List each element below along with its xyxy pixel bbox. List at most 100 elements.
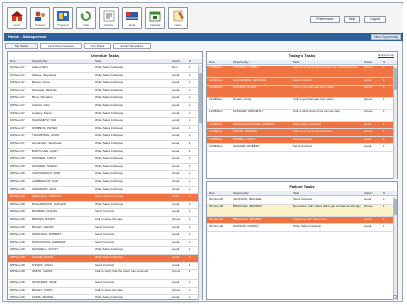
table-row[interactable]: 9/5/Nov-08 BROWN, RANDY Call to close the … bbox=[8, 217, 198, 225]
cell-task: Call to close the sale bbox=[95, 217, 123, 221]
table-row[interactable]: 9/1/Nov-07 Adams Mini Write Sales Followup… bbox=[8, 65, 198, 73]
table-row[interactable]: 9/5/Nov-08 LAMBRECHT, ANN Write Sales Foll… bbox=[8, 179, 198, 187]
failure-scrollbar[interactable] bbox=[393, 197, 397, 300]
cell-task: Write Sales Followup bbox=[95, 110, 124, 115]
table-row[interactable]: 9/5/Nov-08 MAXWELL, SCOTT Write Sales Foll… bbox=[8, 247, 198, 255]
cell-s: 1 bbox=[383, 121, 385, 126]
cell-task: Send Contract bbox=[95, 280, 115, 285]
overdue-table-header: Due Opportunity Task Action S bbox=[8, 59, 202, 64]
cell-task: Reminder: Call. Client didn't get contra… bbox=[293, 204, 361, 208]
logout-button[interactable]: Logout bbox=[364, 16, 386, 23]
cell-due: 9/5/Nov-08 bbox=[10, 186, 25, 191]
table-row[interactable]: 30-Nov-08 BRAUGLE, JEFFERY Follow up with … bbox=[207, 216, 393, 224]
table-row[interactable]: 9/3/Nov-07 SCHWARTZ, TAD Write Sales Follo… bbox=[8, 118, 198, 126]
prospects-tool-button[interactable]: Prospects bbox=[53, 7, 73, 29]
help-button[interactable]: Help bbox=[344, 16, 360, 23]
cell-opp: SMITH, CHRIS bbox=[32, 270, 53, 274]
cell-opp: MEDLAND, TREVOR bbox=[32, 194, 61, 199]
table-row[interactable]: 9/5/Nov-08 ANDREWS, JACK Write Sales Follo… bbox=[8, 187, 198, 195]
scroll-thumb[interactable] bbox=[394, 199, 397, 215]
table-row[interactable]: 11/28/Dec POWELL, MATT Send Contract email 1 bbox=[207, 136, 393, 144]
email-tool-button[interactable]: Email bbox=[122, 7, 142, 29]
table-row[interactable]: 9/5/Nov-08 BOWDEN, RALPH Send Contract emai… bbox=[8, 209, 198, 217]
new-opportunity-button[interactable]: New Opportunity bbox=[371, 34, 401, 40]
cell-due: 9/5/Nov-08 bbox=[10, 217, 25, 221]
tab-email-templates[interactable]: Email Templates bbox=[113, 43, 151, 49]
cell-s: 1 bbox=[383, 144, 385, 148]
table-row[interactable]: 9/5/Nov-08 WARNER, KATHY Write Sales Follo… bbox=[8, 156, 198, 164]
cell-due: 11/28/Dec bbox=[209, 129, 223, 133]
resize-handle[interactable] bbox=[393, 295, 397, 299]
tab-my-tasks[interactable]: My Tasks bbox=[5, 43, 38, 49]
table-row[interactable]: 30-Nov-08 JACKSON, MICHAEL Send Contract em… bbox=[207, 197, 393, 205]
table-row[interactable]: 9/2/Nov-07 Nasswak, Michelle Write Sales F… bbox=[8, 88, 198, 96]
scroll-thumb[interactable] bbox=[199, 73, 202, 123]
todays-scrollbar[interactable] bbox=[393, 66, 397, 179]
table-row[interactable]: 9/5/Nov-08 RICHARDSON, NATHAN Write Sales … bbox=[8, 202, 198, 210]
table-row[interactable]: 9/3/Nov-07 Lindsey, Karen Write Sales Foll… bbox=[8, 111, 198, 119]
table-row[interactable]: 9/5/Nov-08 SAMS, JENNIE Write Sales Follow… bbox=[8, 295, 198, 303]
table-row[interactable]: 9/5/Nov-08 WAGNER, SARAH Write Sales Follo… bbox=[8, 164, 198, 172]
cell-opp: RICHARDSON, NATHAN bbox=[32, 201, 66, 206]
table-row[interactable]: 9/5/Nov-08 MEDLAND, TREVOR Write Sales Fol… bbox=[8, 194, 198, 202]
calls-tool-button[interactable]: Calls bbox=[76, 7, 96, 29]
cell-action: email bbox=[172, 232, 180, 237]
table-row[interactable]: 9/5/Nov-08 MONTERO, JANE Send Contract emai… bbox=[8, 280, 198, 288]
cell-s: 1 bbox=[189, 118, 191, 123]
notes-tool-button[interactable]: Notes bbox=[168, 7, 188, 29]
preferences-button[interactable]: Preferences bbox=[310, 16, 340, 23]
table-row[interactable]: 11/28/Dec ALEXANDER, GEORGE Send Contract e… bbox=[207, 78, 393, 86]
table-row[interactable]: 9/3/Nov-07 Blunt, Sheridan Write Sales Fol… bbox=[8, 95, 198, 103]
tab-top-tasks[interactable]: Top Tasks bbox=[84, 43, 111, 49]
reports-tool-button[interactable]: Reports bbox=[99, 7, 119, 29]
calendar-tool-button[interactable]: Calendar bbox=[145, 7, 165, 29]
cell-s: 1 bbox=[189, 295, 191, 300]
table-row[interactable]: 11/28/Dec SCHWARZWALDER, ROBERT Write Sale… bbox=[207, 121, 393, 129]
table-row[interactable]: 9/5/Nov-08 HANNE, DOUG Write Sales Followu… bbox=[8, 255, 198, 263]
cell-action: email bbox=[172, 239, 180, 244]
cell-s: 1 bbox=[189, 80, 191, 85]
table-row[interactable]: 9/5/Nov-08 MASONVALE, ANDREW Send Contract… bbox=[8, 240, 198, 248]
cell-due: 11/28/Dec bbox=[209, 136, 223, 141]
table-row[interactable]: 9/5/Nov-07 BURTLANE, GARY Write Sales Foll… bbox=[8, 149, 198, 157]
scroll-thumb[interactable] bbox=[394, 68, 397, 90]
table-row[interactable]: 11/28/Dec FASSLER, KENNETH Call to write d… bbox=[207, 110, 393, 122]
table-row[interactable]: 11/28/Dec HUNTER, CHRIS Call to get final … bbox=[207, 85, 393, 98]
cell-task: Write Sales Followup bbox=[95, 201, 124, 206]
table-row[interactable]: 30-Nov-08 BRAUGLE, JEFFREY Reminder: Call.… bbox=[207, 204, 393, 217]
table-row[interactable]: 9/5/Nov-08 CARTWRIGHT, ROB Write Sales Fol… bbox=[8, 171, 198, 179]
home-tool-button[interactable]: Home bbox=[7, 7, 27, 29]
cell-due: 9/5/Nov-08 bbox=[10, 280, 25, 285]
table-row[interactable]: 11/28/Dec Rogers, Anne Call to get final s… bbox=[207, 98, 393, 110]
refresh-list-link[interactable]: Refresh List bbox=[378, 53, 394, 57]
table-row[interactable]: 9/2/Nov-07 Becker, Anna Write Sales Follow… bbox=[8, 80, 198, 88]
cell-due: 9/5/Nov-08 bbox=[10, 224, 25, 229]
col-due: Due bbox=[209, 60, 215, 64]
table-row[interactable]: 9/5/Nov-07 Hernandez, Stephanie Write Sale… bbox=[8, 141, 198, 149]
table-row[interactable]: 9/3/Nov-07 Fishold, John Write Sales Follo… bbox=[8, 103, 198, 111]
table-row[interactable]: 11/28/Dec VICTORIA, JAMES Call to set up a… bbox=[207, 66, 393, 78]
cell-action: email bbox=[172, 110, 180, 115]
table-row[interactable]: 9/5/Nov-08 MARCHUS, ROBERT Send Contract em… bbox=[8, 232, 198, 240]
cell-s: 1 bbox=[189, 171, 191, 176]
col-s: S bbox=[383, 191, 386, 195]
overdue-scrollbar[interactable] bbox=[198, 65, 202, 300]
table-row[interactable]: 9/5/Nov-08 SMITH, CHRIS Call to verify tha… bbox=[8, 270, 198, 281]
cell-opp: BAILEY, CINDY bbox=[32, 287, 54, 292]
cell-action: email bbox=[364, 224, 372, 228]
table-row[interactable]: 9/5/Nov-08 MYERS, JOHN Send Contract email 1 bbox=[8, 263, 198, 271]
table-row[interactable]: 9/5/Nov-08 BAILEY, GEOFF Send Contract emai… bbox=[8, 225, 198, 233]
table-row[interactable]: 11/28/Dec PAYNE, TREVOR Call to set up an … bbox=[207, 129, 393, 137]
table-row[interactable]: 9/4/Nov-07 THOMPSON, JOHN Write Sales Foll… bbox=[8, 133, 198, 141]
table-row[interactable]: 9/5/Nov-08 BAILEY, CINDY Call to close the… bbox=[8, 288, 198, 296]
cell-action: phone bbox=[172, 217, 181, 221]
table-row[interactable]: 30-Nov-08 HANSON, DONNA Write Sales Follow… bbox=[207, 224, 393, 232]
cell-opp: SCHWARTZ, TAD bbox=[32, 118, 57, 123]
table-row[interactable]: 9/1/Nov-07 Stokes, Stephanie Write Sales F… bbox=[8, 73, 198, 81]
tab-last-days-reviews[interactable]: Last Days Reviews bbox=[40, 43, 82, 49]
cell-task: Write Sales Followup bbox=[95, 156, 124, 161]
contacts-tool-button[interactable]: Contacts bbox=[30, 7, 50, 29]
table-row[interactable]: 9/3/Nov-07 DOBBINS, PETER Write Sales Foll… bbox=[8, 126, 198, 134]
cell-opp: BROWN, RANDY bbox=[32, 217, 56, 221]
table-row[interactable]: 11/28/Dec WALKER, ROBERT Send Contract emai… bbox=[207, 144, 393, 152]
